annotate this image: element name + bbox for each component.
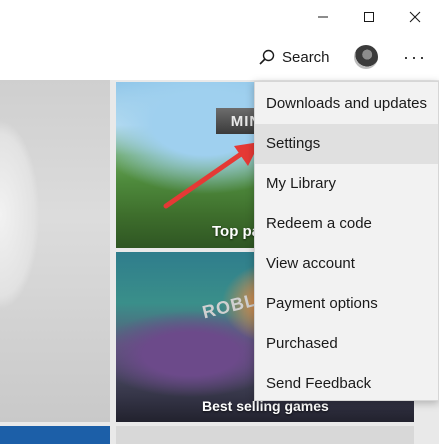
menu-item-view-account[interactable]: View account [255, 244, 438, 284]
search-label: Search [282, 48, 330, 66]
tile-partial[interactable] [0, 426, 110, 444]
menu-item-send-feedback[interactable]: Send Feedback [255, 364, 438, 404]
minimize-icon [318, 16, 328, 18]
menu-item-redeem-code[interactable]: Redeem a code [255, 204, 438, 244]
avatar[interactable] [354, 45, 378, 69]
more-icon: ··· [403, 46, 427, 67]
menu-item-purchased[interactable]: Purchased [255, 324, 438, 364]
menu-item-my-library[interactable]: My Library [255, 164, 438, 204]
more-menu: Downloads and updates Settings My Librar… [254, 81, 439, 401]
roblox-logo: ROBL [200, 289, 259, 323]
store-header: Search ··· [0, 34, 439, 80]
tile-caption: Top pa [212, 223, 261, 240]
minimize-button[interactable] [300, 0, 346, 34]
tile-partial[interactable] [116, 426, 414, 444]
close-icon [409, 11, 421, 23]
menu-item-settings[interactable]: Settings [255, 124, 438, 164]
menu-item-downloads-updates[interactable]: Downloads and updates [255, 84, 438, 124]
maximize-icon [364, 12, 374, 22]
search-icon [259, 49, 275, 65]
maximize-button[interactable] [346, 0, 392, 34]
search-button[interactable]: Search [258, 44, 330, 70]
more-button[interactable]: ··· [398, 44, 432, 70]
menu-item-payment-options[interactable]: Payment options [255, 284, 438, 324]
hero-banner[interactable] [0, 80, 110, 422]
title-bar [0, 0, 439, 34]
close-button[interactable] [392, 0, 438, 34]
